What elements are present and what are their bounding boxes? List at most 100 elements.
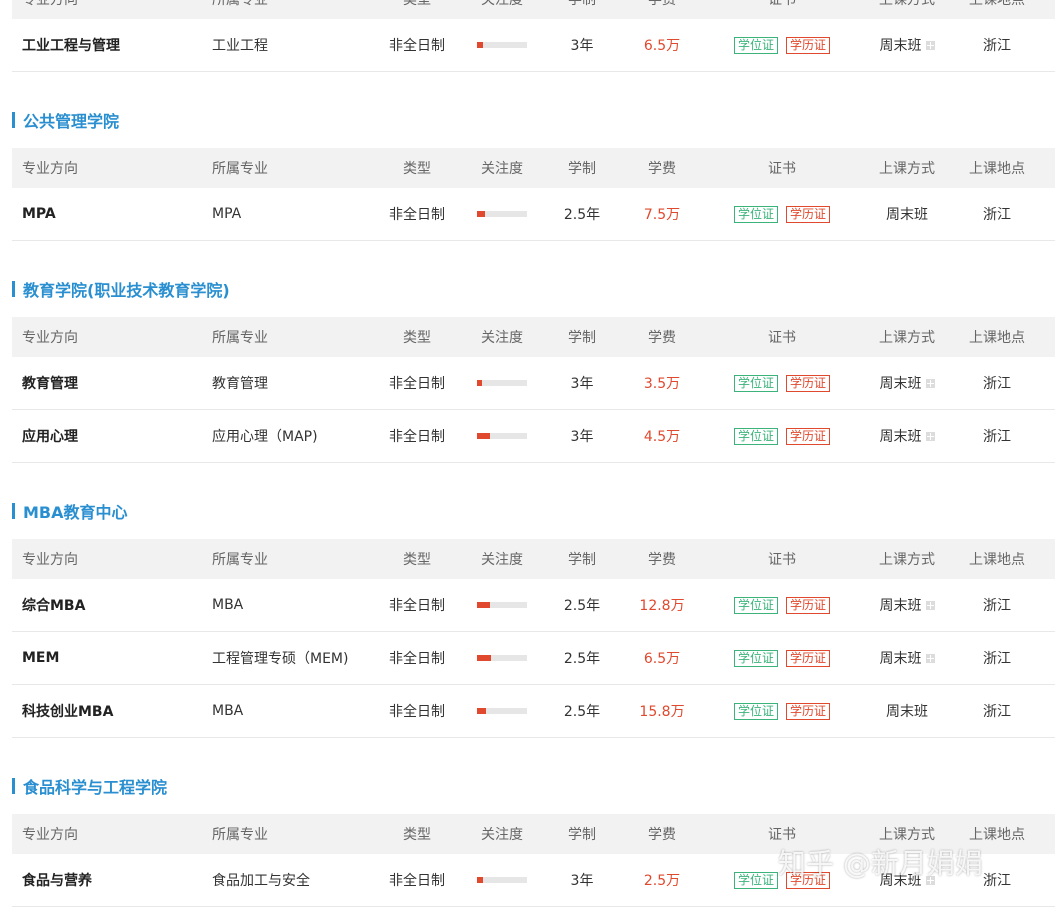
header-major: 所属专业 [212, 161, 268, 177]
attention-bar [462, 410, 542, 462]
plus-icon[interactable] [925, 40, 935, 50]
header-fee: 学费 [648, 0, 676, 8]
edu-cert-badge: 学历证 [786, 427, 831, 445]
row-mode: 周末班 [867, 19, 947, 71]
attention-bar [462, 188, 542, 240]
attention-fill [477, 708, 486, 714]
section-title: 食品科学与工程学院 [12, 775, 167, 797]
plus-icon[interactable] [925, 653, 935, 663]
section-marker [12, 778, 15, 794]
table-row[interactable]: 工业工程与管理 工业工程 非全日制 3年 6.5万 学位证 学历证 周末班 浙江 [12, 19, 1055, 72]
row-direction[interactable]: 科技创业MBA [22, 685, 113, 737]
section-marker [12, 112, 15, 128]
row-direction[interactable]: MPA [22, 188, 56, 240]
header-location: 上课地点 [969, 330, 1025, 346]
table-row[interactable]: 应用心理 应用心理（MAP) 非全日制 3年 4.5万 学位证 学历证 周末班 浙江 [12, 410, 1055, 463]
row-mode: 周末班 [867, 685, 947, 737]
row-duration: 2.5年 [563, 704, 601, 720]
header-cert: 证书 [768, 552, 796, 568]
row-major: MBA [212, 597, 244, 613]
header-attention: 关注度 [481, 552, 523, 568]
table-header: 专业方向 所属专业 类型 关注度 学制 学费 证书 上课方式 上课地点 [12, 317, 1055, 357]
attention-fill [477, 380, 482, 386]
row-direction[interactable]: MEM [22, 632, 59, 684]
table-row[interactable]: MPA MPA 非全日制 2.5年 7.5万 学位证 学历证 周末班 浙江 [12, 188, 1055, 241]
edu-cert-badge: 学历证 [786, 649, 831, 667]
row-fee: 15.8万 [639, 704, 685, 720]
mode-label: 周末班 [879, 651, 922, 667]
row-cert: 学位证 学历证 [712, 685, 852, 737]
row-type: 非全日制 [389, 598, 445, 614]
attention-bar [462, 685, 542, 737]
attention-bar [462, 854, 542, 906]
edu-cert-badge: 学历证 [786, 702, 831, 720]
table-row[interactable]: 教育管理 教育管理 非全日制 3年 3.5万 学位证 学历证 周末班 浙江 [12, 357, 1055, 410]
degree-cert-badge: 学位证 [733, 596, 778, 614]
section-marker [12, 281, 15, 297]
header-mode: 上课方式 [879, 0, 935, 8]
attention-track [477, 877, 527, 883]
header-direction: 专业方向 [22, 0, 78, 8]
attention-track [477, 42, 527, 48]
header-duration: 学制 [568, 161, 596, 177]
plus-icon[interactable] [925, 431, 935, 441]
header-fee: 学费 [648, 161, 676, 177]
section-marker [12, 503, 15, 519]
table-header: 专业方向 所属专业 类型 关注度 学制 学费 证书 上课方式 上课地点 [12, 0, 1055, 19]
table-row[interactable]: 综合MBA MBA 非全日制 2.5年 12.8万 学位证 学历证 周末班 浙江 [12, 579, 1055, 632]
degree-cert-badge: 学位证 [733, 374, 778, 392]
row-direction[interactable]: 食品与营养 [22, 854, 92, 906]
row-type: 非全日制 [389, 207, 445, 223]
mode-label: 周末班 [879, 376, 922, 392]
header-duration: 学制 [568, 827, 596, 843]
edu-cert-badge: 学历证 [786, 374, 831, 392]
header-location: 上课地点 [969, 552, 1025, 568]
attention-track [477, 433, 527, 439]
header-type: 类型 [403, 552, 431, 568]
header-direction: 专业方向 [22, 552, 78, 568]
header-duration: 学制 [568, 330, 596, 346]
row-fee: 7.5万 [643, 207, 681, 223]
degree-cert-badge: 学位证 [733, 702, 778, 720]
edu-cert-badge: 学历证 [786, 596, 831, 614]
mode-label: 周末班 [886, 207, 928, 223]
section-title-text: 食品科学与工程学院 [23, 778, 168, 797]
row-location: 浙江 [983, 704, 1011, 720]
row-major: 食品加工与安全 [212, 873, 310, 889]
header-fee: 学费 [648, 552, 676, 568]
plus-icon[interactable] [925, 378, 935, 388]
header-attention: 关注度 [481, 0, 523, 8]
header-major: 所属专业 [212, 552, 268, 568]
row-direction[interactable]: 综合MBA [22, 579, 85, 631]
row-type: 非全日制 [389, 38, 445, 54]
header-attention: 关注度 [481, 827, 523, 843]
mode-label: 周末班 [879, 598, 922, 614]
row-direction[interactable]: 工业工程与管理 [22, 19, 120, 71]
header-cert: 证书 [768, 161, 796, 177]
row-major: 工业工程 [212, 38, 268, 54]
row-direction[interactable]: 应用心理 [22, 410, 78, 462]
degree-cert-badge: 学位证 [733, 649, 778, 667]
row-cert: 学位证 学历证 [712, 410, 852, 462]
header-type: 类型 [403, 161, 431, 177]
row-duration: 2.5年 [563, 207, 601, 223]
header-fee: 学费 [648, 827, 676, 843]
attention-bar [462, 357, 542, 409]
row-direction[interactable]: 教育管理 [22, 357, 78, 409]
header-cert: 证书 [768, 330, 796, 346]
table-header: 专业方向 所属专业 类型 关注度 学制 学费 证书 上课方式 上课地点 [12, 148, 1055, 188]
header-mode: 上课方式 [879, 330, 935, 346]
header-type: 类型 [403, 827, 431, 843]
row-type: 非全日制 [389, 376, 445, 392]
section-title: 教育学院(职业技术教育学院) [12, 278, 230, 300]
header-fee: 学费 [648, 330, 676, 346]
attention-fill [477, 655, 491, 661]
plus-icon[interactable] [925, 600, 935, 610]
attention-fill [477, 602, 490, 608]
table-row[interactable]: 科技创业MBA MBA 非全日制 2.5年 15.8万 学位证 学历证 周末班 浙江 [12, 685, 1055, 738]
header-direction: 专业方向 [22, 161, 78, 177]
section-title-text: MBA教育中心 [23, 503, 128, 522]
row-cert: 学位证 学历证 [712, 357, 852, 409]
attention-bar [462, 579, 542, 631]
table-row[interactable]: MEM 工程管理专硕（MEM) 非全日制 2.5年 6.5万 学位证 学历证 周末班 浙江 [12, 632, 1055, 685]
